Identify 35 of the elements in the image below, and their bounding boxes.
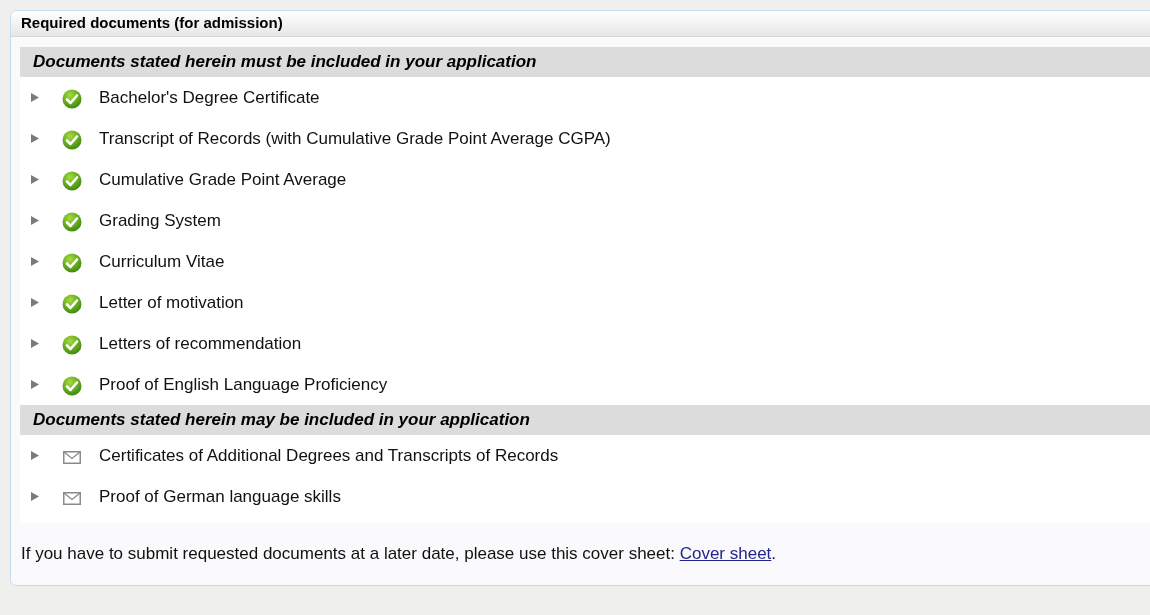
- check-icon: [62, 376, 82, 396]
- envelope-icon: [62, 491, 82, 505]
- document-name: Letter of motivation: [99, 292, 244, 313]
- document-name: Bachelor's Degree Certificate: [99, 87, 320, 108]
- check-icon: [62, 212, 82, 232]
- expand-toggle[interactable]: [31, 93, 39, 102]
- document-name: Letters of recommendation: [99, 333, 302, 354]
- document-name: Proof of English Language Proficiency: [99, 374, 388, 395]
- cover-sheet-note: If you have to submit requested documents at a later date, please use this cover sheet: Cover sheet.: [21, 544, 778, 564]
- document-name: Certificates of Additional Degrees and Transcripts of Records: [99, 445, 559, 466]
- expand-toggle[interactable]: [31, 451, 39, 460]
- document-name: Proof of German language skills: [99, 486, 341, 507]
- expand-toggle[interactable]: [31, 216, 39, 225]
- expand-toggle[interactable]: [31, 339, 39, 348]
- expand-toggle[interactable]: [31, 298, 39, 307]
- check-icon: [62, 294, 82, 314]
- expand-toggle[interactable]: [31, 257, 39, 266]
- cover-sheet-link[interactable]: Cover sheet: [679, 544, 772, 563]
- check-icon: [62, 130, 82, 150]
- expand-toggle[interactable]: [31, 492, 39, 501]
- document-name: Cumulative Grade Point Average: [99, 169, 347, 190]
- envelope-icon: [62, 450, 82, 464]
- expand-toggle[interactable]: [31, 134, 39, 143]
- check-icon: [62, 89, 82, 109]
- document-name: Grading System: [99, 210, 221, 231]
- check-icon: [62, 171, 82, 191]
- panel-title: Required documents (for admission): [11, 11, 1150, 37]
- section-heading: Documents stated herein must be included in your application: [20, 47, 1150, 77]
- expand-toggle[interactable]: [31, 380, 39, 389]
- document-name: Transcript of Records (with Cumulative Grade Point Average CGPA): [99, 128, 611, 149]
- section-heading: Documents stated herein may be included in your application: [20, 405, 1150, 435]
- check-icon: [62, 335, 82, 355]
- check-icon: [62, 253, 82, 273]
- expand-toggle[interactable]: [31, 175, 39, 184]
- document-name: Curriculum Vitae: [99, 251, 225, 272]
